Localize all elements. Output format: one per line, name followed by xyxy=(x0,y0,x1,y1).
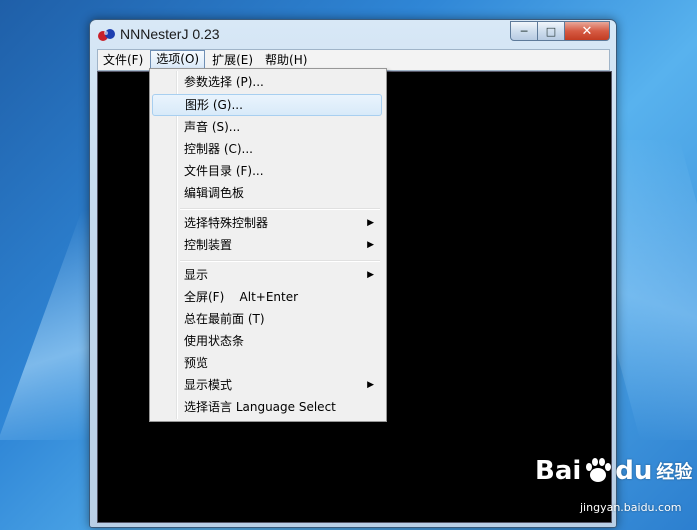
menu-item-label: 图形 (G)... xyxy=(185,98,243,112)
paw-icon xyxy=(586,458,612,482)
menu-item-language-select[interactable]: 选择语言 Language Select xyxy=(152,396,382,418)
watermark-brand: Bai xyxy=(535,456,582,486)
baidu-watermark: Bai du 经验 xyxy=(535,456,692,486)
maximize-icon: □ xyxy=(545,24,557,38)
menu-item-display[interactable]: 显示 ▶ xyxy=(152,264,382,286)
menu-item-label: 显示模式 xyxy=(184,378,233,392)
menu-item-fullscreen[interactable]: 全屏(F) Alt+Enter xyxy=(152,286,382,308)
menu-item-label: 总在最前面 (T) xyxy=(184,312,265,326)
caption-buttons: ─ □ ✕ xyxy=(510,21,610,41)
close-button[interactable]: ✕ xyxy=(565,21,610,41)
submenu-arrow-icon: ▶ xyxy=(367,380,374,390)
menu-item-preferences[interactable]: 参数选择 (P)... xyxy=(152,71,382,93)
menu-item-preview[interactable]: 预览 xyxy=(152,352,382,374)
menu-item-label: 声音 (S)... xyxy=(184,120,241,134)
menu-item-label: 显示 xyxy=(184,268,209,282)
menu-help[interactable]: 帮助(H) xyxy=(260,51,312,69)
options-dropdown-menu: 参数选择 (P)... 图形 (G)... 声音 (S)... 控制器 (C).… xyxy=(149,68,387,422)
menu-item-sound[interactable]: 声音 (S)... xyxy=(152,116,382,138)
menu-file[interactable]: 文件(F) xyxy=(98,51,148,69)
menu-item-label: 控制装置 xyxy=(184,238,233,252)
menu-item-label: 参数选择 (P)... xyxy=(184,75,264,89)
menu-item-label: 预览 xyxy=(184,356,209,370)
menu-item-label: 文件目录 (F)... xyxy=(184,164,264,178)
menu-item-special-controller[interactable]: 选择特殊控制器 ▶ xyxy=(152,212,382,234)
menu-item-label: 控制器 (C)... xyxy=(184,142,254,156)
minimize-icon: ─ xyxy=(520,24,528,38)
menu-item-control-device[interactable]: 控制装置 ▶ xyxy=(152,234,382,256)
menu-item-edit-palette[interactable]: 编辑调色板 xyxy=(152,182,382,204)
menu-item-label: 使用状态条 xyxy=(184,334,245,348)
close-icon: ✕ xyxy=(581,23,593,39)
app-icon xyxy=(98,29,115,41)
window-title: NNNesterJ 0.23 xyxy=(120,26,220,42)
menu-item-label: 选择语言 Language Select xyxy=(184,400,336,414)
watermark-url: jingyan.baidu.com xyxy=(580,501,682,514)
watermark-jingyan: 经验 xyxy=(656,462,693,483)
menu-item-label: 编辑调色板 xyxy=(184,186,245,200)
menu-item-label: 选择特殊控制器 xyxy=(184,216,269,230)
submenu-arrow-icon: ▶ xyxy=(367,270,374,280)
menu-item-display-mode[interactable]: 显示模式 ▶ xyxy=(152,374,382,396)
menu-item-directories[interactable]: 文件目录 (F)... xyxy=(152,160,382,182)
submenu-arrow-icon: ▶ xyxy=(367,240,374,250)
minimize-button[interactable]: ─ xyxy=(510,21,538,41)
watermark-brand-suffix: du xyxy=(615,456,653,486)
title-bar[interactable]: NNNesterJ 0.23 ─ □ ✕ xyxy=(90,20,616,48)
menu-item-label: 全屏(F) Alt+Enter xyxy=(184,290,299,304)
menu-extensions[interactable]: 扩展(E) xyxy=(207,51,258,69)
menu-item-controllers[interactable]: 控制器 (C)... xyxy=(152,138,382,160)
menu-separator xyxy=(180,260,380,262)
menu-options[interactable]: 选项(O) xyxy=(150,50,206,70)
menu-item-status-bar[interactable]: 使用状态条 xyxy=(152,330,382,352)
submenu-arrow-icon: ▶ xyxy=(367,218,374,228)
maximize-button[interactable]: □ xyxy=(538,21,565,41)
menu-separator xyxy=(180,208,380,210)
menu-item-graphics[interactable]: 图形 (G)... xyxy=(152,94,382,116)
menu-item-always-on-top[interactable]: 总在最前面 (T) xyxy=(152,308,382,330)
